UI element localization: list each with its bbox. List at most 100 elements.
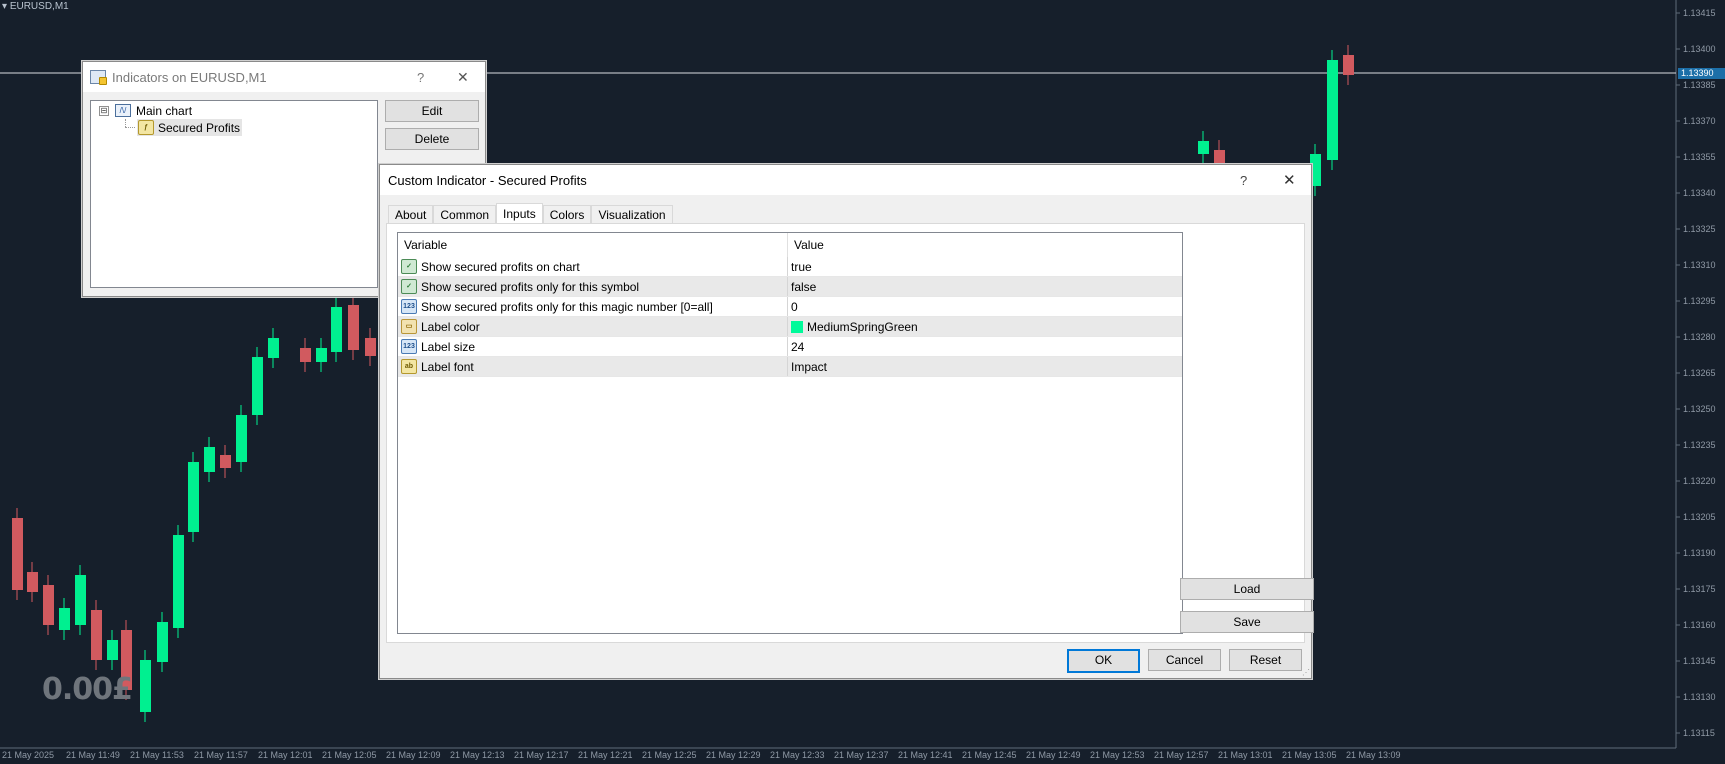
price-tick-label: 1.13310 [1683,260,1716,270]
input-value-cell[interactable]: true [788,260,812,274]
indicator-icon: ƒ [138,120,154,135]
input-variable-cell: ab Label font [398,357,788,376]
time-tick-label: 21 May 12:09 [386,750,441,760]
reset-button[interactable]: Reset [1229,649,1302,671]
candle-body [220,455,231,468]
help-icon[interactable]: ? [1240,173,1247,188]
candle-body [252,357,263,415]
candle-body [188,462,199,532]
tree-item-label: Main chart [136,103,193,118]
column-header-value[interactable]: Value [788,233,824,257]
price-tick-label: 1.13280 [1683,332,1716,342]
input-variable-name: Label color [421,319,480,334]
input-value-text: MediumSpringGreen [807,319,918,334]
input-value-cell[interactable]: Impact [788,360,827,374]
time-tick-label: 21 May 12:45 [962,750,1017,760]
inputs-panel: Variable Value ✓ Show secured profits on … [386,223,1314,643]
indicators-window-icon [90,70,107,85]
resize-grip-icon[interactable]: ⋰ [1302,669,1310,677]
dialog-title: Custom Indicator - Secured Profits [388,172,587,188]
save-button[interactable]: Save [1180,611,1314,633]
price-tick-label: 1.13385 [1683,80,1716,90]
input-row[interactable]: ▭ Label color MediumSpringGreen [398,317,1182,337]
close-icon[interactable]: ✕ [457,69,469,86]
input-value-text: 0 [791,299,798,314]
time-tick-label: 21 May 11:53 [130,750,184,760]
edit-button[interactable]: Edit [385,100,479,122]
time-tick-label: 21 May 12:25 [642,750,697,760]
cancel-button[interactable]: Cancel [1148,649,1221,671]
input-variable-name: Label font [421,359,474,374]
tree-item-label: Secured Profits [158,120,241,135]
time-tick-label: 21 May 12:13 [450,750,505,760]
input-value-text: false [791,279,817,294]
close-icon[interactable]: ✕ [1283,171,1296,189]
delete-button[interactable]: Delete [385,128,479,150]
price-tick-label: 1.13265 [1683,368,1716,378]
time-tick-label: 21 May 12:29 [706,750,761,760]
indicator-tree[interactable]: ⊟ /\/ Main chart ƒ Secured Profits [90,100,378,288]
price-tick-label: 1.13145 [1683,656,1716,666]
ok-button[interactable]: OK [1067,649,1140,673]
input-row[interactable]: 123 Show secured profits only for this ma… [398,297,1182,317]
input-row[interactable]: 123 Label size 24 [398,337,1182,357]
time-tick-label: 21 May 13:05 [1282,750,1337,760]
price-tick-label: 1.13250 [1683,404,1716,414]
time-tick-label: 21 May 12:41 [898,750,953,760]
price-tick-label: 1.13400 [1683,44,1716,54]
price-tick-label: 1.13325 [1683,224,1716,234]
candle-body [365,338,376,356]
inputs-grid[interactable]: Variable Value ✓ Show secured profits on … [397,232,1183,634]
input-row[interactable]: ✓ Show secured profits on chart true [398,257,1182,277]
input-variable-cell: ▭ Label color [398,317,788,336]
candle-body [268,338,279,358]
time-tick-label: 21 May 11:49 [66,750,120,760]
input-row[interactable]: ab Label font Impact [398,357,1182,377]
input-value-cell[interactable]: 0 [788,300,798,314]
input-variable-name: Label size [421,339,476,354]
input-value-cell[interactable]: MediumSpringGreen [788,320,918,334]
price-tick-label: 1.13235 [1683,440,1716,450]
tab-visualization[interactable]: Visualization [591,205,673,224]
tab-colors[interactable]: Colors [542,205,592,224]
candle-body [157,622,168,662]
candle-body [300,348,311,362]
current-price-box: 1.13390 [1678,68,1725,79]
column-header-variable[interactable]: Variable [398,233,788,257]
candle-body [348,305,359,350]
candle-body [204,447,215,472]
candle-body [12,518,23,590]
chart-symbol-label[interactable]: ▾ EURUSD,M1 [2,1,69,12]
candle-body [173,535,184,628]
collapse-icon[interactable]: ⊟ [99,105,109,116]
input-variable-name: Show secured profits only for this symbo… [421,279,640,294]
help-icon[interactable]: ? [417,70,424,85]
input-value-cell[interactable]: false [788,280,816,294]
chart-symbol-text: EURUSD,M1 [9,1,69,12]
input-row[interactable]: ✓ Show secured profits only for this symb… [398,277,1182,297]
time-tick-label: 21 May 11:57 [194,750,248,760]
dialog-title-bar[interactable]: Custom Indicator - Secured Profits ? ✕ [380,165,1311,195]
input-variable-cell: 123 Label size [398,337,788,356]
num-type-icon: 123 [401,339,417,354]
time-tick-label: 21 May 12:57 [1154,750,1209,760]
input-value-text: 24 [791,339,805,354]
tab-about[interactable]: About [388,205,434,224]
custom-indicator-dialog: Custom Indicator - Secured Profits ? ✕ A… [379,164,1314,679]
chart-icon: /\/ [115,104,131,117]
input-value-cell[interactable]: 24 [788,340,804,354]
load-button[interactable]: Load [1180,578,1314,600]
candle-body [1327,60,1338,160]
tree-item-secured-profits[interactable]: ƒ Secured Profits [137,119,243,136]
price-tick-label: 1.13205 [1683,512,1716,522]
candle-body [331,307,342,352]
price-tick-label: 1.13295 [1683,296,1716,306]
time-tick-label: 21 May 13:09 [1346,750,1401,760]
tree-item-main-chart[interactable]: ⊟ /\/ Main chart [99,102,192,119]
tab-inputs[interactable]: Inputs [496,203,543,225]
indicators-title-bar[interactable]: Indicators on EURUSD,M1 ? ✕ [83,62,485,92]
time-tick-label: 21 May 12:49 [1026,750,1081,760]
tab-common[interactable]: Common [433,205,497,224]
time-tick-label: 21 May 12:33 [770,750,825,760]
time-tick-label: 21 May 12:05 [322,750,377,760]
